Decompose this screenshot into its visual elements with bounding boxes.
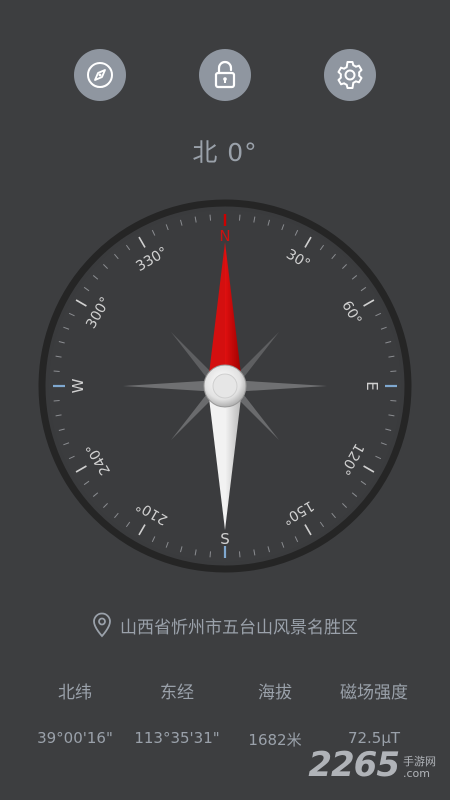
- watermark-number: 2265: [308, 745, 400, 785]
- dial-tick: [238, 214, 241, 221]
- location-row: 山西省忻州市五台山风景名胜区: [0, 612, 450, 638]
- latitude-value: 39°00'16": [37, 729, 113, 747]
- compass-icon: [87, 62, 113, 88]
- dial-tick: [390, 399, 397, 402]
- dial-tick: [390, 370, 397, 373]
- longitude-label-text: 东经: [160, 683, 194, 703]
- compass-dial[interactable]: N S E W 30°60°120°150°210°240°300°330°: [37, 198, 413, 574]
- needle-hub-inner: [212, 373, 238, 399]
- watermark-line2: .com: [403, 766, 430, 780]
- dial-tick: [209, 551, 212, 558]
- gear-icon: [337, 61, 363, 89]
- lock-toggle-button[interactable]: [199, 49, 251, 101]
- watermark-logo: 2265 手游网 .com: [308, 748, 436, 782]
- cardinal-south: S: [220, 530, 230, 548]
- latitude-label-text: 北纬: [58, 683, 92, 703]
- compass-mode-button[interactable]: [74, 49, 126, 101]
- watermark-sub: 手游网 .com: [403, 755, 436, 780]
- dial-tick: [209, 214, 212, 221]
- heading-readout: 北 0°: [192, 138, 258, 167]
- location-pin-icon: [93, 612, 111, 638]
- settings-button[interactable]: [324, 49, 376, 101]
- unlock-icon: [214, 60, 236, 89]
- compass-screen: 北 0° N S E W 30° 60° 120° 150° 210° 240°…: [0, 0, 450, 800]
- dial-tick: [53, 370, 60, 373]
- location-text: 山西省忻州市五台山风景名胜区: [120, 617, 358, 638]
- altitude-label-text: 海拔: [258, 683, 292, 703]
- magnetic-label-text: 磁场强度: [340, 683, 408, 703]
- dial-tick: [53, 399, 60, 402]
- longitude-value: 113°35'31": [134, 729, 220, 747]
- cardinal-west: W: [69, 378, 87, 393]
- dial-tick: [238, 551, 241, 558]
- cardinal-east: E: [363, 381, 381, 390]
